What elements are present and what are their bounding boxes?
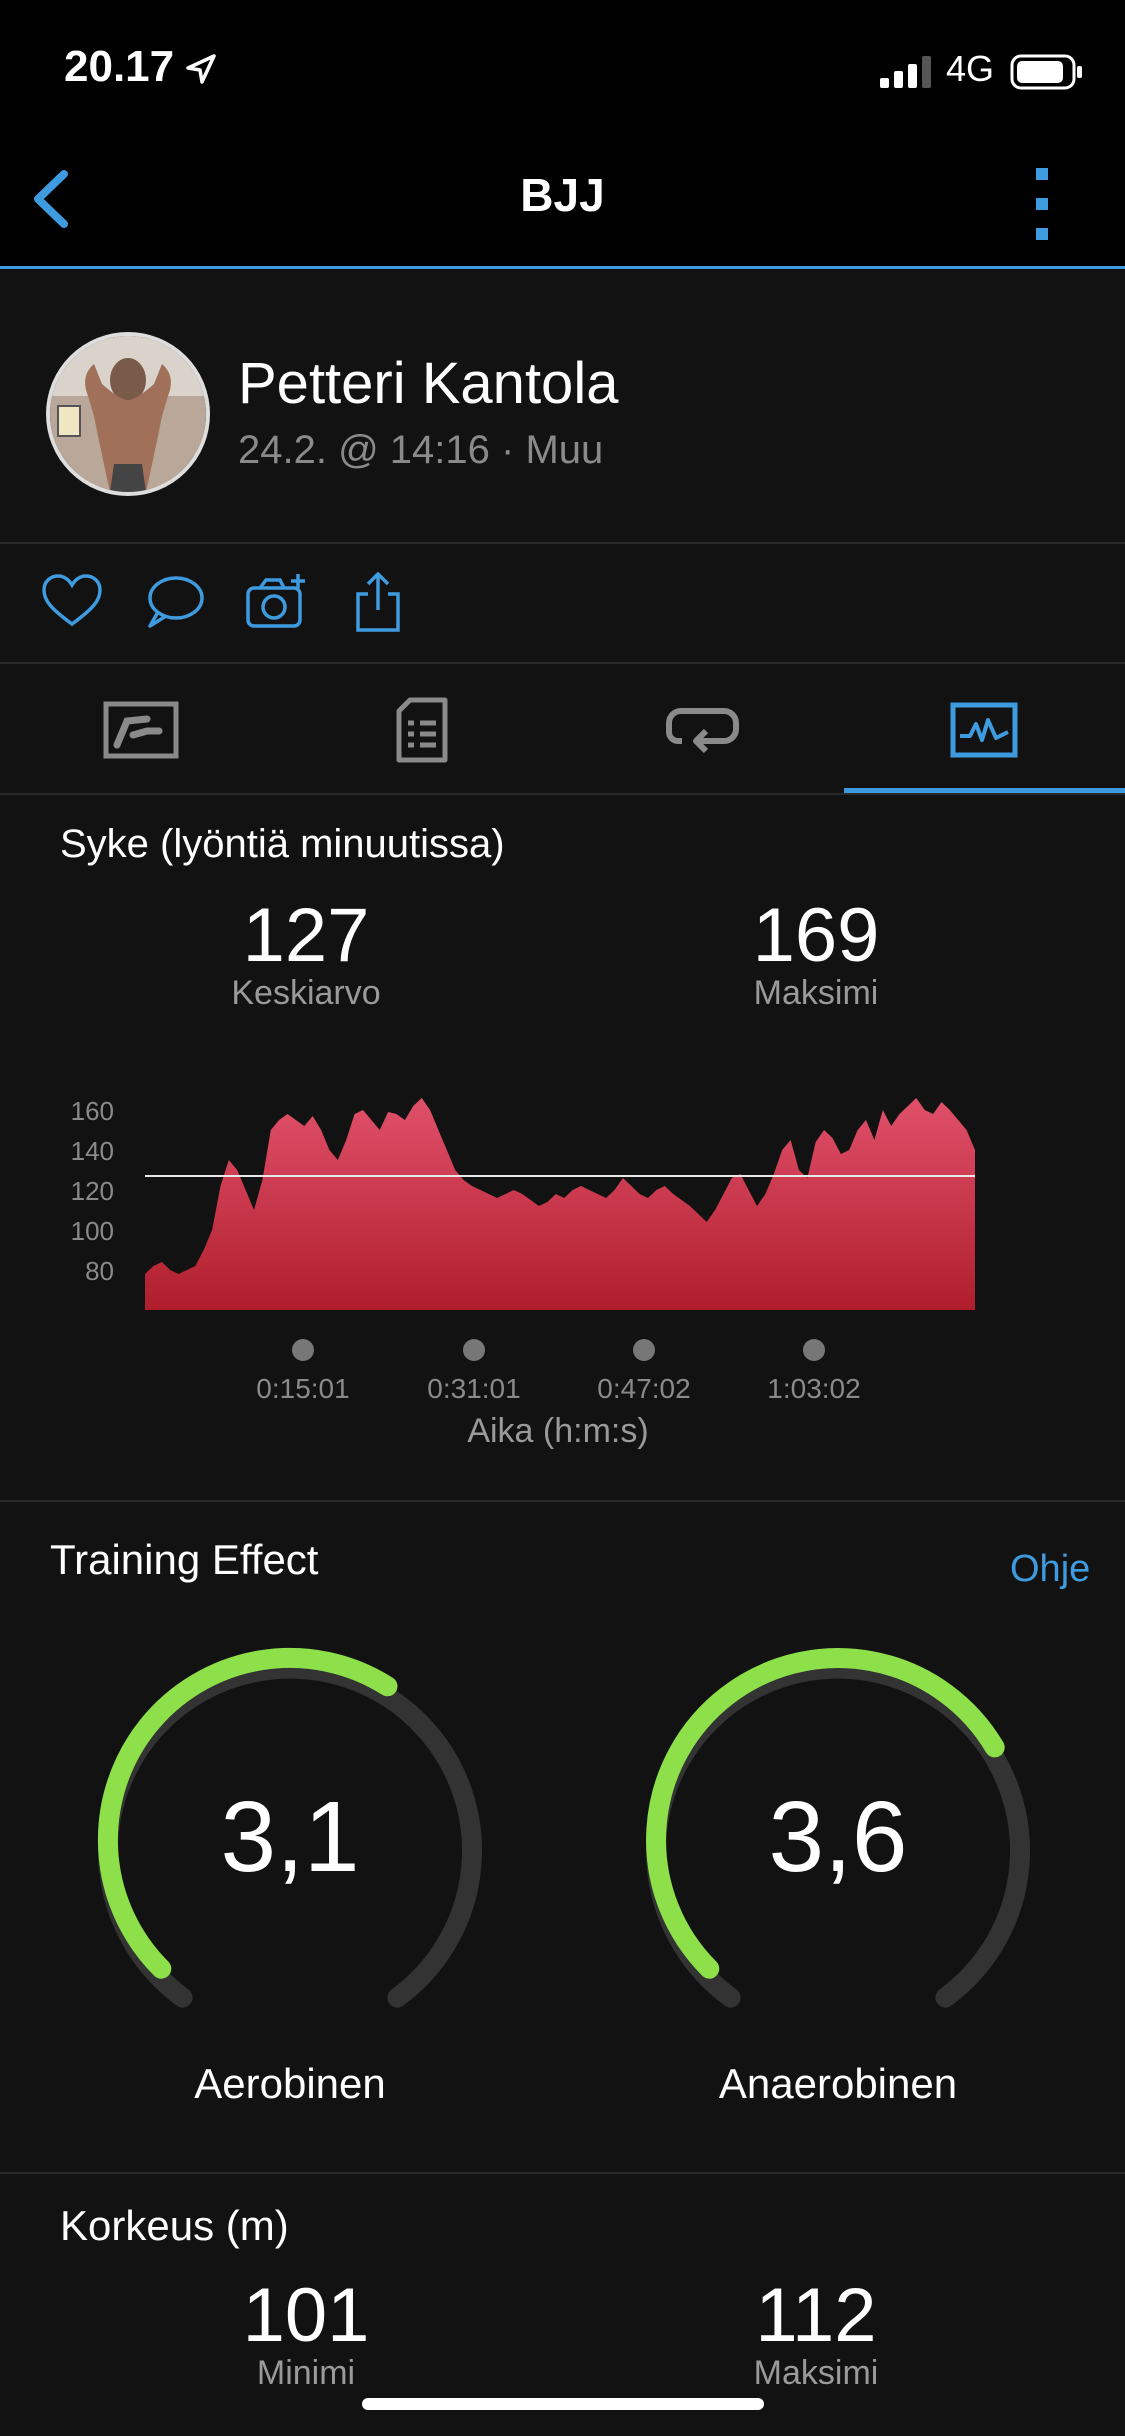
aerobic-value: 3,1 bbox=[220, 1781, 360, 1893]
x-tick-marker[interactable] bbox=[463, 1339, 485, 1361]
page-title: BJJ bbox=[520, 169, 605, 221]
tab-laps[interactable] bbox=[562, 668, 843, 792]
divider bbox=[0, 662, 1125, 664]
hr-average-value: 127 bbox=[242, 893, 370, 978]
y-tick-label: 80 bbox=[85, 1256, 114, 1286]
heart-rate-chart[interactable]: 160 140 120 100 80 0:15:01 0:31:01 0:47:02 1:03:… bbox=[50, 1080, 1050, 1460]
activity-date: 24.2. @ 14:16 · Muu bbox=[238, 428, 604, 472]
hr-max-label: Maksimi bbox=[753, 974, 879, 1012]
home-indicator bbox=[362, 2398, 764, 2410]
map-overview-icon bbox=[103, 701, 178, 759]
help-link[interactable]: Ohje bbox=[1010, 1548, 1090, 1591]
hr-max-value: 169 bbox=[752, 893, 880, 978]
hr-average-label: Keskiarvo bbox=[231, 974, 381, 1012]
battery-icon bbox=[1010, 54, 1082, 90]
comment-bubble-icon[interactable] bbox=[142, 570, 206, 634]
heart-rate-title: Syke (lyöntiä minuutissa) bbox=[60, 822, 505, 866]
document-list-icon bbox=[396, 697, 447, 763]
laps-loop-icon bbox=[665, 708, 739, 754]
tab-overview[interactable] bbox=[0, 668, 281, 792]
divider bbox=[0, 1500, 1125, 1502]
divider bbox=[0, 793, 1125, 795]
tab-stats[interactable] bbox=[281, 668, 562, 792]
hr-series-area bbox=[145, 1098, 975, 1310]
more-options-icon[interactable] bbox=[1020, 164, 1064, 244]
chart-activity-icon bbox=[950, 702, 1017, 758]
y-tick-label: 100 bbox=[71, 1216, 114, 1246]
cellular-signal-icon bbox=[880, 56, 931, 88]
y-tick-label: 120 bbox=[71, 1176, 114, 1206]
x-tick-label: 0:15:01 bbox=[256, 1373, 349, 1404]
divider bbox=[0, 2172, 1125, 2174]
altitude-min-value: 101 bbox=[242, 2273, 370, 2358]
aerobic-label: Aerobinen bbox=[194, 2060, 386, 2107]
altitude-min-label: Minimi bbox=[256, 2354, 356, 2392]
tab-charts[interactable] bbox=[843, 668, 1124, 792]
like-heart-icon[interactable] bbox=[40, 570, 104, 634]
x-tick-marker[interactable] bbox=[633, 1339, 655, 1361]
user-name[interactable]: Petteri Kantola bbox=[238, 350, 618, 417]
avatar[interactable] bbox=[46, 332, 210, 496]
y-tick-label: 140 bbox=[71, 1136, 114, 1166]
share-icon[interactable] bbox=[346, 570, 410, 634]
network-type: 4G bbox=[946, 48, 995, 89]
altitude-max-value: 112 bbox=[755, 2273, 877, 2358]
y-tick-label: 160 bbox=[71, 1096, 114, 1126]
x-tick-marker[interactable] bbox=[292, 1339, 314, 1361]
x-tick-marker[interactable] bbox=[803, 1339, 825, 1361]
add-photo-camera-icon[interactable] bbox=[244, 570, 308, 634]
location-arrow-icon bbox=[186, 54, 216, 84]
x-tick-label: 1:03:02 bbox=[767, 1373, 860, 1404]
anaerobic-label: Anaerobinen bbox=[718, 2060, 958, 2107]
anaerobic-value: 3,6 bbox=[768, 1781, 908, 1893]
divider bbox=[0, 542, 1125, 544]
training-effect-title: Training Effect bbox=[50, 1536, 319, 1583]
status-time: 20.17 bbox=[64, 42, 175, 91]
x-tick-label: 0:31:01 bbox=[427, 1373, 520, 1404]
altitude-title: Korkeus (m) bbox=[60, 2202, 289, 2249]
x-axis-title: Aika (h:m:s) bbox=[467, 1412, 649, 1450]
altitude-max-label: Maksimi bbox=[753, 2354, 879, 2392]
x-tick-label: 0:47:02 bbox=[597, 1373, 690, 1404]
